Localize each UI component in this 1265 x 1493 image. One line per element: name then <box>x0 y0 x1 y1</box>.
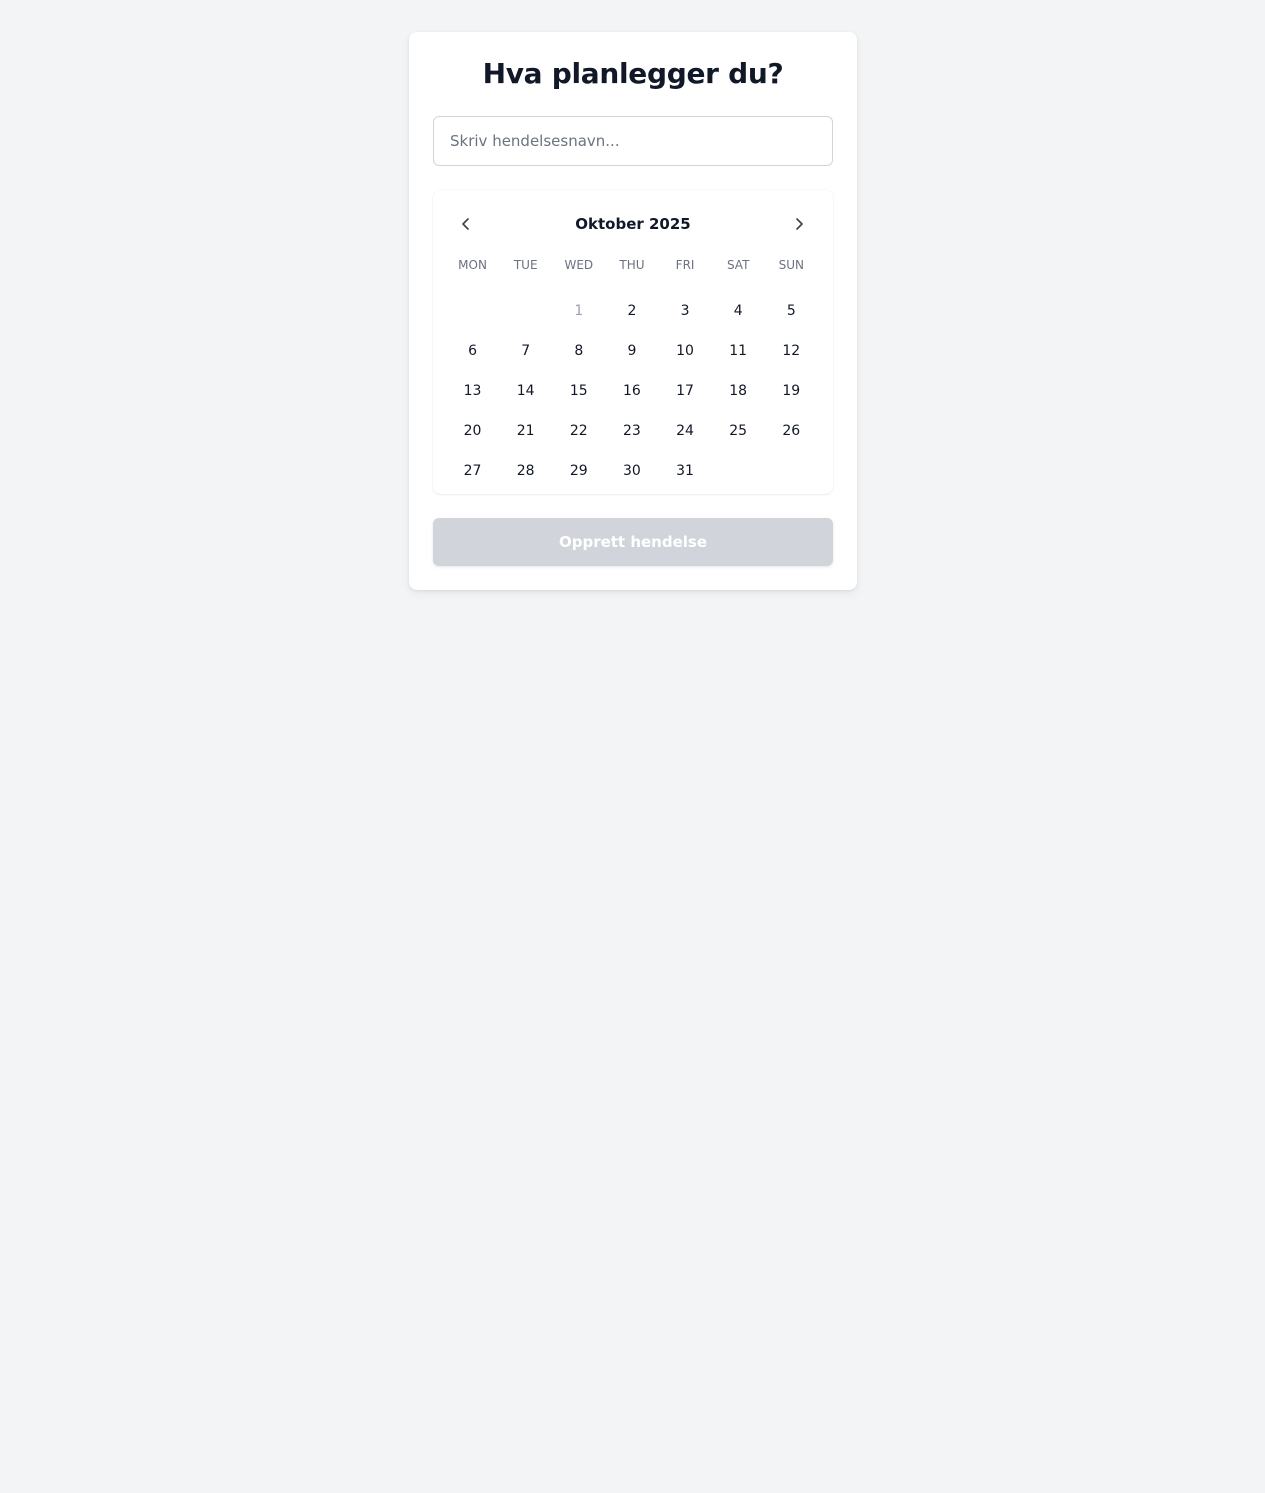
empty-day-cell <box>499 291 552 331</box>
month-label: Oktober 2025 <box>575 215 691 233</box>
day-cell[interactable]: 22 <box>552 411 605 451</box>
day-cell[interactable]: 2 <box>605 291 658 331</box>
calendar: Oktober 2025 MON TUE WED THU FRI SAT SUN 12345… <box>433 190 833 494</box>
day-cell[interactable]: 26 <box>765 411 818 451</box>
empty-day-cell <box>446 291 499 331</box>
event-name-input[interactable] <box>433 116 833 166</box>
day-cell[interactable]: 13 <box>446 371 499 411</box>
day-cell[interactable]: 27 <box>446 451 499 491</box>
create-event-button[interactable]: Opprett hendelse <box>433 518 833 566</box>
day-cell[interactable]: 9 <box>605 331 658 371</box>
day-cell[interactable]: 4 <box>712 291 765 331</box>
next-month-button[interactable] <box>783 208 815 240</box>
day-cell[interactable]: 8 <box>552 331 605 371</box>
day-cell[interactable]: 25 <box>712 411 765 451</box>
weekday-label: SUN <box>778 258 804 272</box>
day-grid: 1 2 3 4 5 6 7 8 9 10 11 12 13 14 15 16 17 18 19 20 21 22 23 24 2… <box>446 303 818 511</box>
weekday-label: SAT <box>726 258 750 272</box>
day-cell[interactable]: 28 <box>499 451 552 491</box>
day-cell[interactable]: 23 <box>605 411 658 451</box>
day-cell[interactable]: 19 <box>765 371 818 411</box>
weekday-header: MON TUE WED THU FRI SAT SUN <box>446 257 818 273</box>
day-cell[interactable]: 16 <box>605 371 658 411</box>
day-cell[interactable]: 15 <box>552 371 605 411</box>
day-cell[interactable]: 17 <box>659 371 712 411</box>
day-cell[interactable]: 29 <box>552 451 605 491</box>
day-cell[interactable]: 7 <box>499 331 552 371</box>
weekday-label: TUE <box>513 258 538 272</box>
event-planner-card: Hva planlegger du? Oktober 2025 MON TUE WE… <box>409 32 857 590</box>
weekday-label: MON <box>458 258 487 272</box>
day-cell[interactable]: 11 <box>712 331 765 371</box>
day-cell[interactable]: 18 <box>712 371 765 411</box>
day-cell[interactable]: 12 <box>765 331 818 371</box>
weekday-label: THU <box>619 258 645 272</box>
day-cell[interactable]: 24 <box>659 411 712 451</box>
day-cell[interactable]: 30 <box>605 451 658 491</box>
day-cell[interactable]: 20 <box>446 411 499 451</box>
weekday-label: FRI <box>675 258 695 272</box>
page-title: Hva planlegger du? <box>482 57 784 90</box>
day-cell[interactable]: 31 <box>659 451 712 491</box>
day-cell[interactable]: 5 <box>765 291 818 331</box>
day-cell[interactable]: 21 <box>499 411 552 451</box>
day-cell[interactable]: 6 <box>446 331 499 371</box>
day-cell[interactable]: 14 <box>499 371 552 411</box>
weekday-label: WED <box>564 258 594 272</box>
chevron-right-icon <box>796 218 803 230</box>
day-cell: 1 <box>574 303 584 319</box>
day-cell[interactable]: 10 <box>659 331 712 371</box>
day-cell[interactable]: 3 <box>659 291 712 331</box>
